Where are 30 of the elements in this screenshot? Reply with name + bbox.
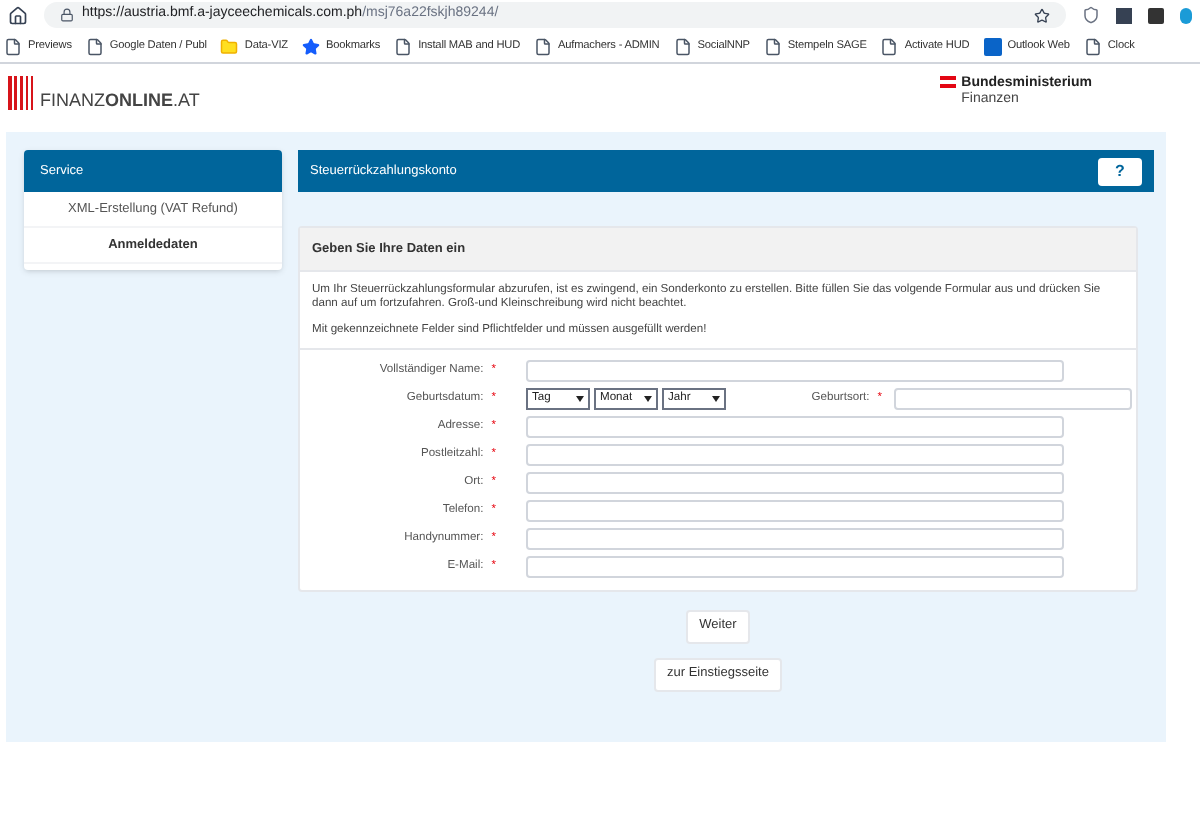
input-field[interactable] (526, 416, 1064, 439)
site-logo: FINANZONLINE.AT (40, 92, 200, 110)
logo-bars-icon (8, 76, 36, 110)
folder-icon (220, 37, 239, 55)
mail-app-icon (983, 37, 1002, 55)
flag-icon (939, 76, 956, 88)
input-field[interactable] (526, 472, 1064, 495)
page-icon (85, 37, 104, 55)
star-icon (301, 37, 320, 55)
dropdown-arrow-icon (712, 396, 720, 403)
page-icon (673, 37, 692, 55)
input-field[interactable] (526, 528, 1064, 551)
input-field[interactable] (894, 388, 1132, 411)
help-button[interactable]: ? (1098, 157, 1142, 185)
dropdown-arrow-icon (576, 396, 584, 403)
input-field[interactable] (526, 556, 1064, 579)
lock-icon (60, 8, 74, 22)
page-icon (880, 37, 899, 55)
home-icon[interactable] (8, 5, 28, 25)
page-icon (763, 37, 782, 55)
bookmark-star-icon[interactable] (1034, 7, 1050, 23)
input-field[interactable] (526, 444, 1064, 467)
shield-icon[interactable] (1082, 6, 1100, 24)
input-field[interactable] (526, 500, 1064, 523)
input-field[interactable] (526, 360, 1064, 383)
page-icon (4, 37, 22, 55)
page-icon (534, 37, 553, 55)
page-icon (394, 37, 413, 55)
page-icon (1083, 37, 1102, 55)
dropdown-arrow-icon (644, 396, 652, 403)
